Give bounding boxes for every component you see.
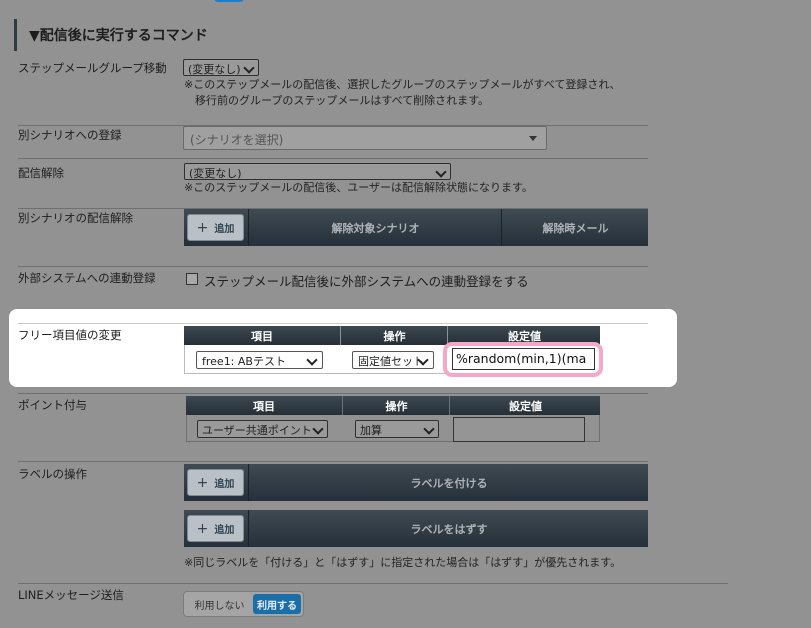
header-value: 設定値 bbox=[449, 396, 601, 415]
free-item-value-input[interactable]: %random(min,1)(ma bbox=[452, 348, 595, 370]
scenario-unsub-table-header: + 追加 解除対象シナリオ 解除時メール bbox=[184, 209, 648, 246]
plus-icon: + bbox=[196, 474, 209, 491]
add-label: 追加 bbox=[214, 479, 235, 490]
divider bbox=[18, 323, 648, 324]
stepmail-group-select-value: (変更なし) bbox=[188, 63, 241, 76]
unsubscribe-note: ※このステップメールの配信後、ユーザーは配信解除状態になります。 bbox=[184, 181, 533, 194]
scenario-register-label: 別シナリオへの登録 bbox=[18, 128, 122, 142]
scenario-select[interactable]: (シナリオを選択) bbox=[183, 126, 547, 150]
labels-label: ラベルの操作 bbox=[18, 467, 87, 481]
stepmail-group-note-2: 移行前のグループのステップメールはすべて削除されます。 bbox=[184, 94, 490, 107]
external-checkbox[interactable] bbox=[186, 273, 198, 285]
header-label: 設定値 bbox=[509, 399, 542, 413]
chevron-down-icon bbox=[306, 354, 318, 366]
label-detach-add-button[interactable]: + 追加 bbox=[187, 515, 244, 542]
section-title: ▼配信後に実行するコマンド bbox=[29, 28, 208, 44]
header-label: 操作 bbox=[383, 329, 406, 343]
chevron-down-icon bbox=[423, 423, 435, 435]
line-on-option[interactable]: 利用する bbox=[253, 594, 301, 614]
bar-label: ラベルを付ける bbox=[410, 476, 488, 490]
points-label: ポイント付与 bbox=[18, 398, 87, 412]
chevron-down-icon bbox=[435, 166, 447, 178]
free-item-operation-select[interactable]: 固定値セット bbox=[352, 351, 434, 369]
label-attach-add-button[interactable]: + 追加 bbox=[187, 469, 244, 496]
label-attach-bar: + 追加 ラベルを付ける bbox=[184, 464, 648, 501]
label-attach-title: ラベルを付ける bbox=[248, 464, 649, 501]
column-label: 解除対象シナリオ bbox=[331, 221, 420, 235]
header-label: 項目 bbox=[253, 399, 275, 413]
top-button-edge[interactable] bbox=[214, 0, 244, 2]
add-label: 追加 bbox=[214, 525, 235, 536]
header-item: 項目 bbox=[186, 396, 342, 415]
external-label: 外部システムへの連動登録 bbox=[18, 271, 156, 285]
free-item-operation-value: 固定値セット bbox=[358, 355, 424, 368]
points-table-header: 項目 操作 設定値 bbox=[186, 396, 600, 415]
unsub-scenario-column: 解除対象シナリオ bbox=[248, 209, 502, 246]
line-toggle: 利用しない 利用する bbox=[183, 591, 304, 617]
header-label: 項目 bbox=[251, 329, 273, 343]
line-off-option[interactable]: 利用しない bbox=[188, 595, 251, 613]
free-item-field-select[interactable]: free1: ABテスト bbox=[196, 351, 323, 369]
line-label: LINEメッセージ送信 bbox=[18, 588, 124, 602]
scenario-select-value: (シナリオを選択) bbox=[190, 133, 284, 147]
dropdown-arrow-icon bbox=[529, 136, 537, 141]
divider bbox=[18, 461, 648, 462]
unsubscribe-select[interactable]: (変更なし) bbox=[184, 163, 451, 180]
stepmail-group-note-1: ※このステップメールの配信後、選択したグループのステップメールがすべて登録され、 bbox=[184, 78, 621, 91]
unsub-mail-column: 解除時メール bbox=[501, 209, 649, 246]
unsubscribe-label: 配信解除 bbox=[18, 166, 64, 180]
header-operation: 操作 bbox=[342, 396, 450, 415]
plus-icon: + bbox=[196, 520, 209, 537]
free-item-label: フリー項目値の変更 bbox=[18, 328, 122, 342]
label-detach-bar: + 追加 ラベルをはずす bbox=[184, 510, 648, 547]
header-item: 項目 bbox=[184, 326, 340, 345]
divider bbox=[18, 158, 648, 159]
header-operation: 操作 bbox=[340, 326, 448, 345]
divider bbox=[18, 393, 648, 394]
points-operation-select[interactable]: 加算 bbox=[355, 420, 439, 438]
scenario-unsub-label: 別シナリオの配信解除 bbox=[18, 211, 133, 225]
labels-note: ※同じラベルを「付ける」と「はずす」に指定された場合は「はずす」が優先されます。 bbox=[184, 556, 622, 569]
free-item-field-value: free1: ABテスト bbox=[202, 355, 286, 368]
chevron-down-icon bbox=[312, 423, 324, 435]
external-checkbox-label[interactable]: ステップメール配信後に外部システムへの連動登録をする bbox=[204, 271, 529, 290]
unsubscribe-select-value: (変更なし) bbox=[189, 167, 242, 180]
header-label: 操作 bbox=[385, 399, 408, 413]
section-accent-bar bbox=[14, 19, 17, 51]
column-label: 解除時メール bbox=[542, 221, 609, 235]
points-field-value: ユーザー共通ポイント bbox=[202, 424, 312, 437]
stepmail-group-label: ステップメールグループ移動 bbox=[18, 61, 167, 75]
scenario-unsub-add-button[interactable]: + 追加 bbox=[187, 214, 244, 241]
add-label: 追加 bbox=[214, 224, 235, 235]
bar-label: ラベルをはずす bbox=[410, 522, 488, 536]
label-detach-title: ラベルをはずす bbox=[248, 510, 649, 547]
plus-icon: + bbox=[196, 219, 209, 236]
points-operation-value: 加算 bbox=[360, 424, 382, 437]
divider bbox=[18, 583, 728, 584]
points-value-input[interactable] bbox=[453, 417, 585, 442]
divider bbox=[18, 266, 648, 267]
chevron-down-icon bbox=[243, 62, 255, 74]
stepmail-group-select[interactable]: (変更なし) bbox=[183, 59, 259, 76]
points-field-select[interactable]: ユーザー共通ポイント bbox=[197, 420, 328, 438]
